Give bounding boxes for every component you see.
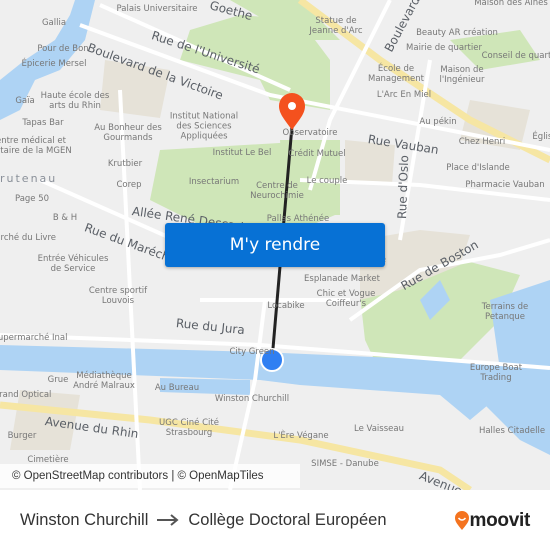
road-label: Rue d'Oslo xyxy=(395,154,412,220)
place-label: Centre sportif Louvois xyxy=(88,286,148,306)
place-label: Crédit Mutuel xyxy=(288,149,346,160)
map[interactable]: Boulevard de la Victoire Rue de l'Univer… xyxy=(0,0,550,490)
place-label: Observatoire xyxy=(282,128,338,139)
place-label: Terrains de Petanque xyxy=(481,302,529,322)
place-label: Église xyxy=(532,132,550,143)
place-label: Épicerie Mersel xyxy=(21,59,87,70)
place-label: Esplanade Market xyxy=(304,274,380,285)
place-label: Beauty AR création xyxy=(416,28,498,39)
place-label: Gallia xyxy=(41,18,67,29)
place-label: Halles Citadelle xyxy=(478,426,546,437)
place-label: Le couple xyxy=(306,176,348,187)
place-label: Grue xyxy=(47,375,69,386)
place-label: SIMSE - Danube xyxy=(311,459,379,470)
place-label: Place d'Islande xyxy=(446,163,510,174)
route-footer: Winston Churchill Collège Doctoral Europ… xyxy=(0,490,550,550)
place-label: Page 50 xyxy=(14,194,50,205)
place-label: L'Arc En Miel xyxy=(376,90,432,101)
place-label: L'Ère Végane xyxy=(273,431,329,442)
destination-stop: Collège Doctoral Européen xyxy=(188,510,387,529)
brand-name: moovit xyxy=(469,510,531,531)
place-label: Palais Universitaire xyxy=(116,4,198,15)
moovit-logo[interactable]: moovit xyxy=(454,510,530,532)
place-label: Statue de Jeanne d'Arc xyxy=(309,16,363,36)
arrow-right-icon xyxy=(157,514,179,526)
place-label: Maison de l'Ingénieur xyxy=(439,65,485,85)
place-label: Europe Boat Trading xyxy=(469,363,523,383)
place-label: Institut Le Bel xyxy=(212,148,272,159)
get-directions-button[interactable]: M'y rendre xyxy=(165,223,385,267)
place-label: Chic et Vogue Coiffeur's xyxy=(316,289,376,309)
place-label: Insectarium xyxy=(188,177,240,188)
place-label: Grand Optical xyxy=(0,390,52,401)
place-label: City Green xyxy=(229,347,275,358)
place-label: Tapas Bar xyxy=(22,118,64,129)
moovit-pin-icon xyxy=(454,511,469,530)
place-label: Gaïa xyxy=(15,96,35,107)
destination-pin-icon[interactable] xyxy=(279,93,305,130)
place-label: Winston Churchill xyxy=(214,394,290,405)
place-label: Marché du Livre xyxy=(0,233,56,244)
place-label: Centre médical et dentaire de la MGEN xyxy=(0,136,72,156)
place-label: Haute école des arts du Rhin xyxy=(40,91,110,111)
place-label: Krutbier xyxy=(107,159,143,170)
origin-stop: Winston Churchill xyxy=(20,510,149,529)
place-label: École de Management xyxy=(368,64,424,84)
district-label: rutenau xyxy=(0,172,58,185)
place-label: Médiathèque André Malraux xyxy=(73,371,135,391)
place-label: Locabike xyxy=(267,301,305,312)
place-label: B & H xyxy=(52,213,78,224)
place-label: Institut National des Sciences Appliquée… xyxy=(169,111,239,141)
place-label: Corep xyxy=(116,180,142,191)
place-label: Pour de Bon xyxy=(37,44,89,55)
place-label: UGC Ciné Cité Strasbourg xyxy=(159,418,219,438)
place-label: Pharmacie Vauban xyxy=(465,180,545,191)
place-label: Centre de Neurochimie xyxy=(250,181,304,201)
place-label: Entrée Véhicules de Service xyxy=(37,254,109,274)
place-label: Chez Henri xyxy=(458,137,506,148)
map-attribution[interactable]: © OpenStreetMap contributors | © OpenMap… xyxy=(0,464,300,488)
place-label: Le Vaisseau xyxy=(354,424,404,435)
place-label: Burger xyxy=(7,431,37,442)
place-label: Supermarché Inal xyxy=(0,333,68,344)
place-label: Conseil de quartier xyxy=(481,51,550,62)
place-label: Au Bonheur des Gourmands xyxy=(94,123,162,143)
place-label: Au pékin xyxy=(419,117,457,128)
place-label: Au Bureau xyxy=(154,383,200,394)
place-label: Mairie de quartier xyxy=(406,43,482,54)
place-label: Maison des Aînés xyxy=(474,0,548,9)
